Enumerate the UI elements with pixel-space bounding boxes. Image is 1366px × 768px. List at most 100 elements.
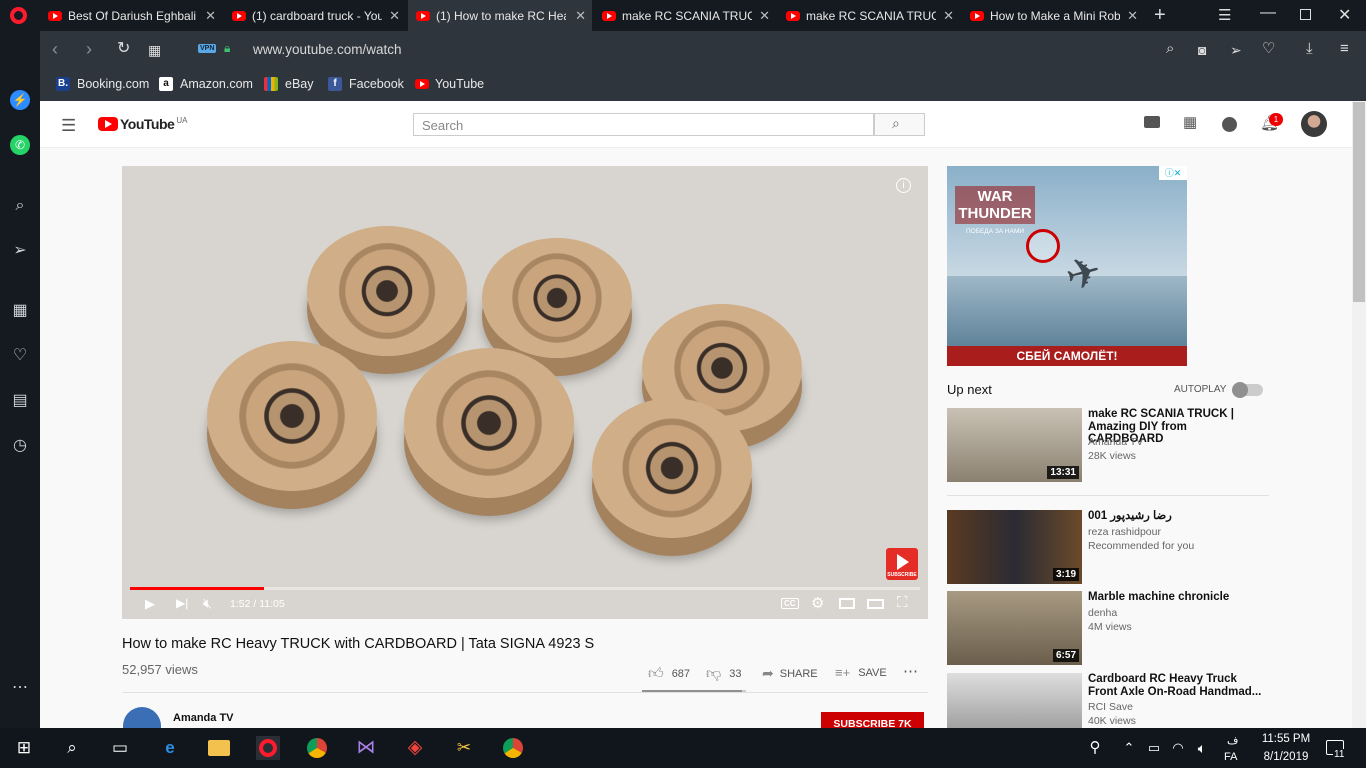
camera-icon[interactable]: ◙ [1198, 41, 1206, 59]
subscribe-watermark[interactable]: SUBSCRIBE [886, 548, 918, 580]
battery-icon[interactable]: ▭ [1142, 736, 1166, 760]
maximize-button[interactable] [1300, 9, 1311, 20]
next-button[interactable]: ▶| [176, 596, 188, 610]
save-button[interactable]: ≡+ SAVE [835, 665, 887, 680]
tab-close-icon[interactable]: ✕ [389, 8, 400, 24]
play-button[interactable]: ▶ [145, 596, 155, 612]
opera-logo-icon[interactable] [10, 7, 27, 24]
search-icon[interactable]: ⌕ [10, 196, 30, 216]
tab-5[interactable]: How to Make a Mini Rob ✕ [962, 0, 1144, 31]
avatar[interactable] [1301, 111, 1327, 137]
clock-time[interactable]: 11:55 PM [1256, 733, 1316, 745]
tabs-grid-icon[interactable]: ▦ [148, 41, 161, 59]
more-icon[interactable]: ⋯ [10, 678, 30, 698]
chrome-icon[interactable] [501, 736, 525, 760]
chevron-up-icon[interactable]: ⌃ [1117, 736, 1141, 760]
language-indicator[interactable]: FA [1224, 751, 1237, 763]
messenger-icon[interactable]: ⚡ [10, 90, 30, 110]
dislike-button[interactable]: 👎︎ 33 [706, 665, 741, 683]
scrollbar-thumb[interactable] [1353, 102, 1365, 302]
easy-setup-icon[interactable]: ≡ [1340, 40, 1349, 58]
adchoices-icon[interactable]: ⓘ✕ [1159, 166, 1187, 180]
heart-icon[interactable]: ♡ [1262, 40, 1275, 58]
miniplayer-icon[interactable] [839, 598, 855, 609]
tab-4[interactable]: make RC SCANIA TRUCK ✕ [778, 0, 960, 31]
ad-banner[interactable]: WAR THUNDER ПОБЕДА ЗА НАМИ ✈ ⓘ✕ СБЕЙ САМ… [947, 166, 1187, 366]
news-icon[interactable]: ▤ [10, 391, 30, 411]
menu-icon[interactable]: ☰ [61, 116, 76, 136]
info-icon[interactable]: i [896, 178, 911, 193]
list-item[interactable]: Cardboard RC Heavy Truck Front Axle On-R… [947, 673, 1277, 728]
bookmark-booking[interactable]: B. Booking.com [56, 75, 149, 93]
search-icon[interactable]: ⌕ [60, 736, 84, 760]
visual-studio-icon[interactable]: ⋈ [354, 736, 378, 760]
excel-tool-icon[interactable]: ✂ [452, 736, 476, 760]
apps-icon[interactable]: ▦ [1183, 113, 1197, 131]
settings-icon[interactable]: ⚙ [811, 594, 824, 612]
search-button[interactable]: ⌕ [874, 113, 925, 136]
bookmark-ebay[interactable]: eBay [264, 75, 314, 93]
bookmark-amazon[interactable]: a Amazon.com [159, 75, 253, 93]
tab-0[interactable]: Best Of Dariush Eghbali ✕ [40, 0, 222, 31]
vpn-badge[interactable]: VPN [198, 44, 217, 53]
tab-close-icon[interactable]: ✕ [943, 8, 954, 24]
anydesk-icon[interactable]: ◈ [403, 736, 427, 760]
bookmark-facebook[interactable]: f Facebook [328, 75, 404, 93]
whatsapp-icon[interactable]: ✆ [10, 135, 30, 155]
tab-menu-icon[interactable]: ☰ [1218, 6, 1231, 24]
create-video-icon[interactable] [1144, 116, 1160, 128]
heart-icon[interactable]: ♡ [10, 346, 30, 366]
url-field[interactable]: www.youtube.com/watch [253, 42, 402, 57]
tab-1[interactable]: (1) cardboard truck - You ✕ [224, 0, 406, 31]
tab-3[interactable]: make RC SCANIA TRUCK ✕ [594, 0, 776, 31]
file-explorer-icon[interactable] [207, 736, 231, 760]
tab-close-icon[interactable]: ✕ [575, 8, 586, 24]
tab-close-icon[interactable]: ✕ [205, 8, 216, 24]
send-icon[interactable]: ➢ [1230, 41, 1242, 59]
wifi-icon[interactable]: ◠ [1166, 736, 1190, 760]
people-icon[interactable]: ⚲ [1083, 736, 1107, 760]
list-item[interactable]: 6:57 Marble machine chronicle denha 4M v… [947, 591, 1277, 665]
more-actions-icon[interactable]: ⋯ [903, 662, 918, 680]
forward-icon[interactable]: › [86, 40, 92, 58]
like-button[interactable]: 👍︎ 687 [648, 665, 690, 683]
edge-icon[interactable]: e [158, 736, 182, 760]
clock-date[interactable]: 8/1/2019 [1256, 751, 1316, 763]
search-input[interactable]: Search [413, 113, 874, 136]
search-icon[interactable]: ⌕ [1166, 40, 1174, 58]
list-item[interactable]: 13:31 make RC SCANIA TRUCK | Amazing DIY… [947, 408, 1277, 482]
new-tab-button[interactable]: + [1154, 4, 1166, 27]
close-window-button[interactable]: ✕ [1338, 5, 1351, 25]
list-item[interactable]: 3:19 رضا رشیدپور 001 reza rashidpour Rec… [947, 510, 1277, 584]
speed-dial-icon[interactable]: ▦ [10, 301, 30, 321]
ad-cta[interactable]: СБЕЙ САМОЛЁТ! [947, 346, 1187, 366]
autoplay-toggle[interactable] [1232, 382, 1263, 398]
windows-start-icon[interactable]: ⊞ [12, 736, 36, 760]
up-next-label: Up next [947, 382, 992, 397]
back-icon[interactable]: ‹ [52, 40, 58, 58]
tab-2[interactable]: (1) How to make RC Hea ✕ [408, 0, 592, 31]
minimize-button[interactable]: — [1260, 4, 1276, 22]
share-button[interactable]: ➦ SHARE [762, 665, 818, 682]
tab-close-icon[interactable]: ✕ [759, 8, 770, 24]
messages-icon[interactable] [1222, 117, 1237, 132]
volume-icon[interactable]: 🔈︎ [1190, 736, 1214, 760]
channel-name[interactable]: Amanda TV [173, 712, 234, 724]
fullscreen-icon[interactable]: ⛶ [897, 594, 908, 611]
subscribe-button[interactable]: SUBSCRIBE 7K [821, 712, 924, 728]
youtube-logo[interactable]: YouTube UA [98, 116, 187, 132]
bookmark-youtube[interactable]: YouTube [415, 75, 484, 93]
video-player[interactable]: i SUBSCRIBE [122, 166, 928, 619]
mute-icon[interactable]: 🔇︎ [203, 595, 212, 612]
theater-mode-icon[interactable] [867, 599, 884, 609]
opera-icon[interactable] [256, 736, 280, 760]
tab-close-icon[interactable]: ✕ [1127, 8, 1138, 24]
download-icon[interactable]: ⤓ [1306, 40, 1313, 58]
keyboard-layout-glyph[interactable]: ف [1227, 734, 1238, 747]
task-view-icon[interactable]: ▭ [108, 736, 132, 760]
send-icon[interactable]: ➢ [10, 241, 30, 261]
captions-icon[interactable]: CC [781, 598, 799, 609]
chrome-icon[interactable] [305, 736, 329, 760]
history-icon[interactable]: ◷ [10, 436, 30, 456]
reload-icon[interactable]: ↻ [117, 40, 130, 58]
